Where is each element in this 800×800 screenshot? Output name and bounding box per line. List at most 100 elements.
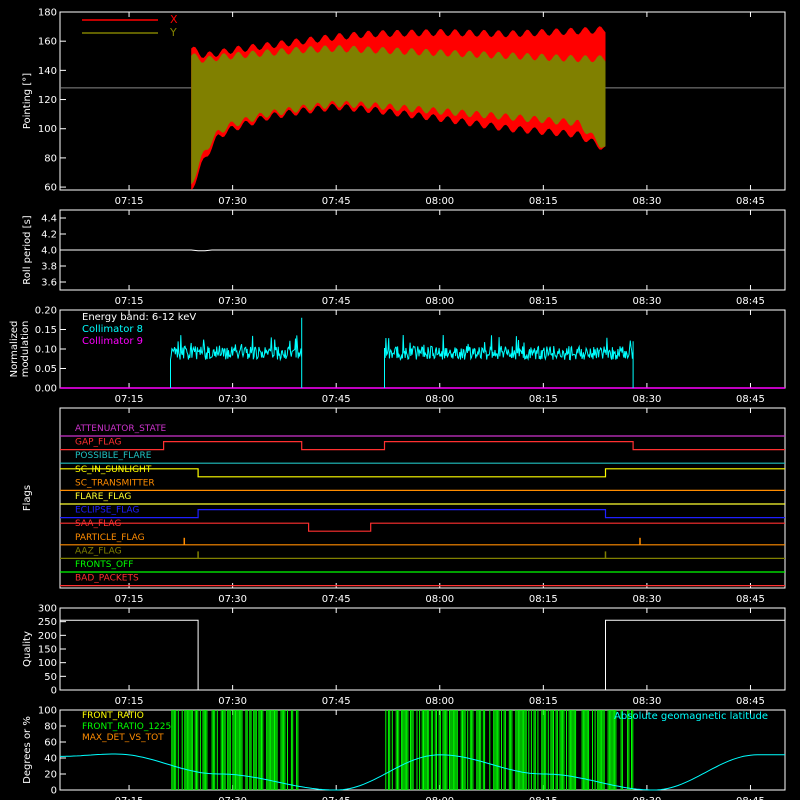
legend-max_det_vs_tot: MAX_DET_VS_TOT (82, 733, 164, 743)
y-tick-label: 250 (38, 617, 57, 628)
x-tick-label: 07:30 (218, 394, 247, 405)
y-tick-label: 0 (51, 686, 57, 697)
legend-collimator9: Collimator 9 (82, 336, 143, 347)
x-tick-label: 08:15 (529, 394, 558, 405)
legend-title: Energy band: 6-12 keV (82, 312, 196, 323)
flag-label-fronts_off: FRONTS_OFF (75, 560, 133, 570)
y-tick-label: 3.8 (41, 262, 57, 273)
y-tick-label: 180 (38, 8, 57, 19)
x-tick-label: 07:45 (322, 696, 351, 707)
y-tick-label: 80 (44, 153, 57, 164)
x-tick-label: 08:30 (632, 296, 661, 307)
x-tick-label: 07:30 (218, 696, 247, 707)
flag-label-saa_flag: SAA_FLAG (75, 519, 121, 529)
y-tick-label: 3.6 (41, 278, 57, 289)
y-tick-label: 0 (51, 786, 57, 797)
y-tick-label: 0.15 (35, 325, 57, 336)
x-tick-label: 08:45 (736, 394, 765, 405)
x-tick-label: 08:15 (529, 196, 558, 207)
y-tick-label: 40 (44, 754, 57, 765)
x-tick-label: 08:45 (736, 594, 765, 605)
y-tick-label: 100 (38, 706, 57, 717)
x-tick-label: 08:15 (529, 296, 558, 307)
y-axis-label-2: modulation (20, 321, 31, 378)
flag-label-particle_flag: PARTICLE_FLAG (75, 533, 145, 543)
x-tick-label: 07:45 (322, 394, 351, 405)
y-axis-label: Flags (22, 485, 33, 511)
x-tick-label: 08:00 (425, 394, 454, 405)
x-tick-label: 08:45 (736, 296, 765, 307)
legend-front_ratio: FRONT_RATIO (82, 711, 144, 721)
x-tick-label: 08:45 (736, 796, 765, 800)
flag-label-bad_packets: BAD_PACKETS (75, 574, 139, 584)
y-tick-label: 0.00 (35, 384, 57, 395)
x-tick-label: 08:45 (736, 196, 765, 207)
y-tick-label: 120 (38, 95, 57, 106)
x-tick-label: 08:30 (632, 594, 661, 605)
flag-label-eclipse_flag: ECLIPSE_FLAG (75, 506, 139, 516)
x-tick-label: 07:15 (115, 594, 144, 605)
x-tick-label: 08:30 (632, 196, 661, 207)
legend-geomag-latitude: Absolute geomagnetic latitude (614, 711, 768, 722)
y-tick-label: 0.10 (35, 345, 57, 356)
x-tick-label: 07:15 (115, 696, 144, 707)
x-tick-label: 07:15 (115, 196, 144, 207)
x-tick-label: 08:00 (425, 296, 454, 307)
y-tick-label: 200 (38, 631, 57, 642)
x-tick-label: 08:45 (736, 696, 765, 707)
x-tick-label: 07:30 (218, 196, 247, 207)
y-tick-label: 0.20 (35, 306, 57, 317)
y-tick-label: 4.2 (41, 230, 57, 241)
x-tick-label: 08:00 (425, 796, 454, 800)
x-tick-label: 08:15 (529, 696, 558, 707)
x-tick-label: 07:45 (322, 296, 351, 307)
y-tick-label: 80 (44, 722, 57, 733)
flag-label-gap_flag: GAP_FLAG (75, 438, 121, 448)
x-tick-label: 07:45 (322, 796, 351, 800)
y-tick-label: 300 (38, 604, 57, 615)
x-tick-label: 07:30 (218, 796, 247, 800)
x-tick-label: 07:15 (115, 296, 144, 307)
x-tick-label: 08:30 (632, 696, 661, 707)
x-tick-label: 07:45 (322, 594, 351, 605)
y-tick-label: 60 (44, 738, 57, 749)
y-tick-label: 150 (38, 645, 57, 656)
y-tick-label: 100 (38, 124, 57, 135)
x-tick-label: 07:30 (218, 296, 247, 307)
flag-label-possible_flare: POSSIBLE_FLARE (75, 451, 152, 461)
x-tick-label: 08:30 (632, 394, 661, 405)
y-axis-label: Degrees or % (22, 716, 33, 784)
y-tick-label: 160 (38, 37, 57, 48)
y-tick-label: 20 (44, 770, 57, 781)
y-tick-label: 100 (38, 658, 57, 669)
chart-canvas: 07:15 07:30 07:45 08:00 08:15 08:30 08:45 180 16… (0, 0, 800, 800)
y-tick-label: 60 (44, 183, 57, 194)
x-tick-label: 07:15 (115, 796, 144, 800)
flag-label-sc_transmitter: SC_TRANSMITTER (75, 478, 155, 488)
x-tick-label: 08:30 (632, 796, 661, 800)
x-tick-label: 07:15 (115, 394, 144, 405)
y-axis-label-1: Normalized (9, 321, 20, 378)
legend-front_ratio_1225: FRONT_RATIO_1225 (82, 722, 171, 732)
x-tick-label: 08:15 (529, 594, 558, 605)
flag-label-sc_in_sunlight: SC_IN_SUNLIGHT (75, 465, 152, 475)
flag-label-attenuator_state: ATTENUATOR_STATE (75, 424, 167, 434)
x-tick-label: 08:00 (425, 696, 454, 707)
y-axis-label: Roll period [s] (22, 215, 33, 284)
y-tick-label: 0.05 (35, 364, 57, 375)
flag-label-aaz_flag: AAZ_FLAG (75, 546, 122, 556)
y-tick-label: 4.4 (41, 214, 57, 225)
legend-label-y: Y (169, 26, 177, 39)
y-axis-label: Quality (22, 631, 33, 667)
y-tick-label: 140 (38, 66, 57, 77)
y-axis-label: Pointing [°] (22, 73, 33, 129)
y-tick-label: 4.0 (41, 246, 57, 257)
x-tick-label: 07:30 (218, 594, 247, 605)
x-tick-label: 08:00 (425, 594, 454, 605)
legend-collimator8: Collimator 8 (82, 324, 143, 335)
x-tick-label: 08:00 (425, 196, 454, 207)
y-tick-label: 50 (44, 672, 57, 683)
legend-label-x: X (170, 13, 178, 26)
x-tick-label: 08:15 (529, 796, 558, 800)
x-tick-label: 07:45 (322, 196, 351, 207)
